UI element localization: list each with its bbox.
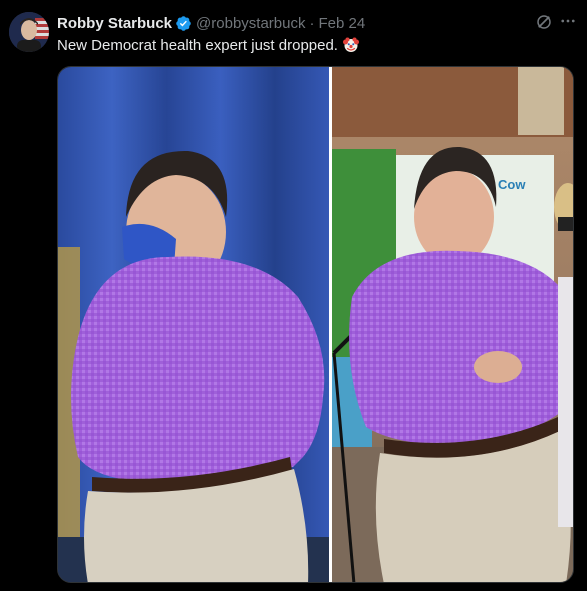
- verified-badge-icon[interactable]: [175, 15, 192, 32]
- left-photo: [58, 67, 329, 582]
- tweet-text-content: New Democrat health expert just dropped.: [57, 36, 338, 54]
- tweet-media[interactable]: Cow: [57, 66, 574, 583]
- svg-text:Cow: Cow: [498, 177, 526, 192]
- more-options-icon[interactable]: [559, 12, 577, 30]
- author-handle[interactable]: @robbystarbuck: [196, 15, 305, 32]
- right-photo: Cow: [332, 67, 573, 582]
- clown-face-emoji-icon: [342, 37, 359, 52]
- avatar[interactable]: [9, 12, 49, 52]
- post-date[interactable]: Feb 24: [318, 15, 365, 32]
- tweet-text: New Democrat health expert just dropped.: [57, 36, 360, 54]
- header-separator: ·: [309, 14, 315, 32]
- tweet-card[interactable]: Robby Starbuck @robbystarbuck · Feb 24 N…: [0, 0, 587, 591]
- grok-icon[interactable]: [535, 13, 553, 31]
- tweet-header: Robby Starbuck @robbystarbuck · Feb 24: [57, 13, 527, 33]
- avatar-image: [9, 12, 49, 52]
- display-name[interactable]: Robby Starbuck: [57, 15, 172, 32]
- photo-comparison-image: Cow: [58, 67, 573, 582]
